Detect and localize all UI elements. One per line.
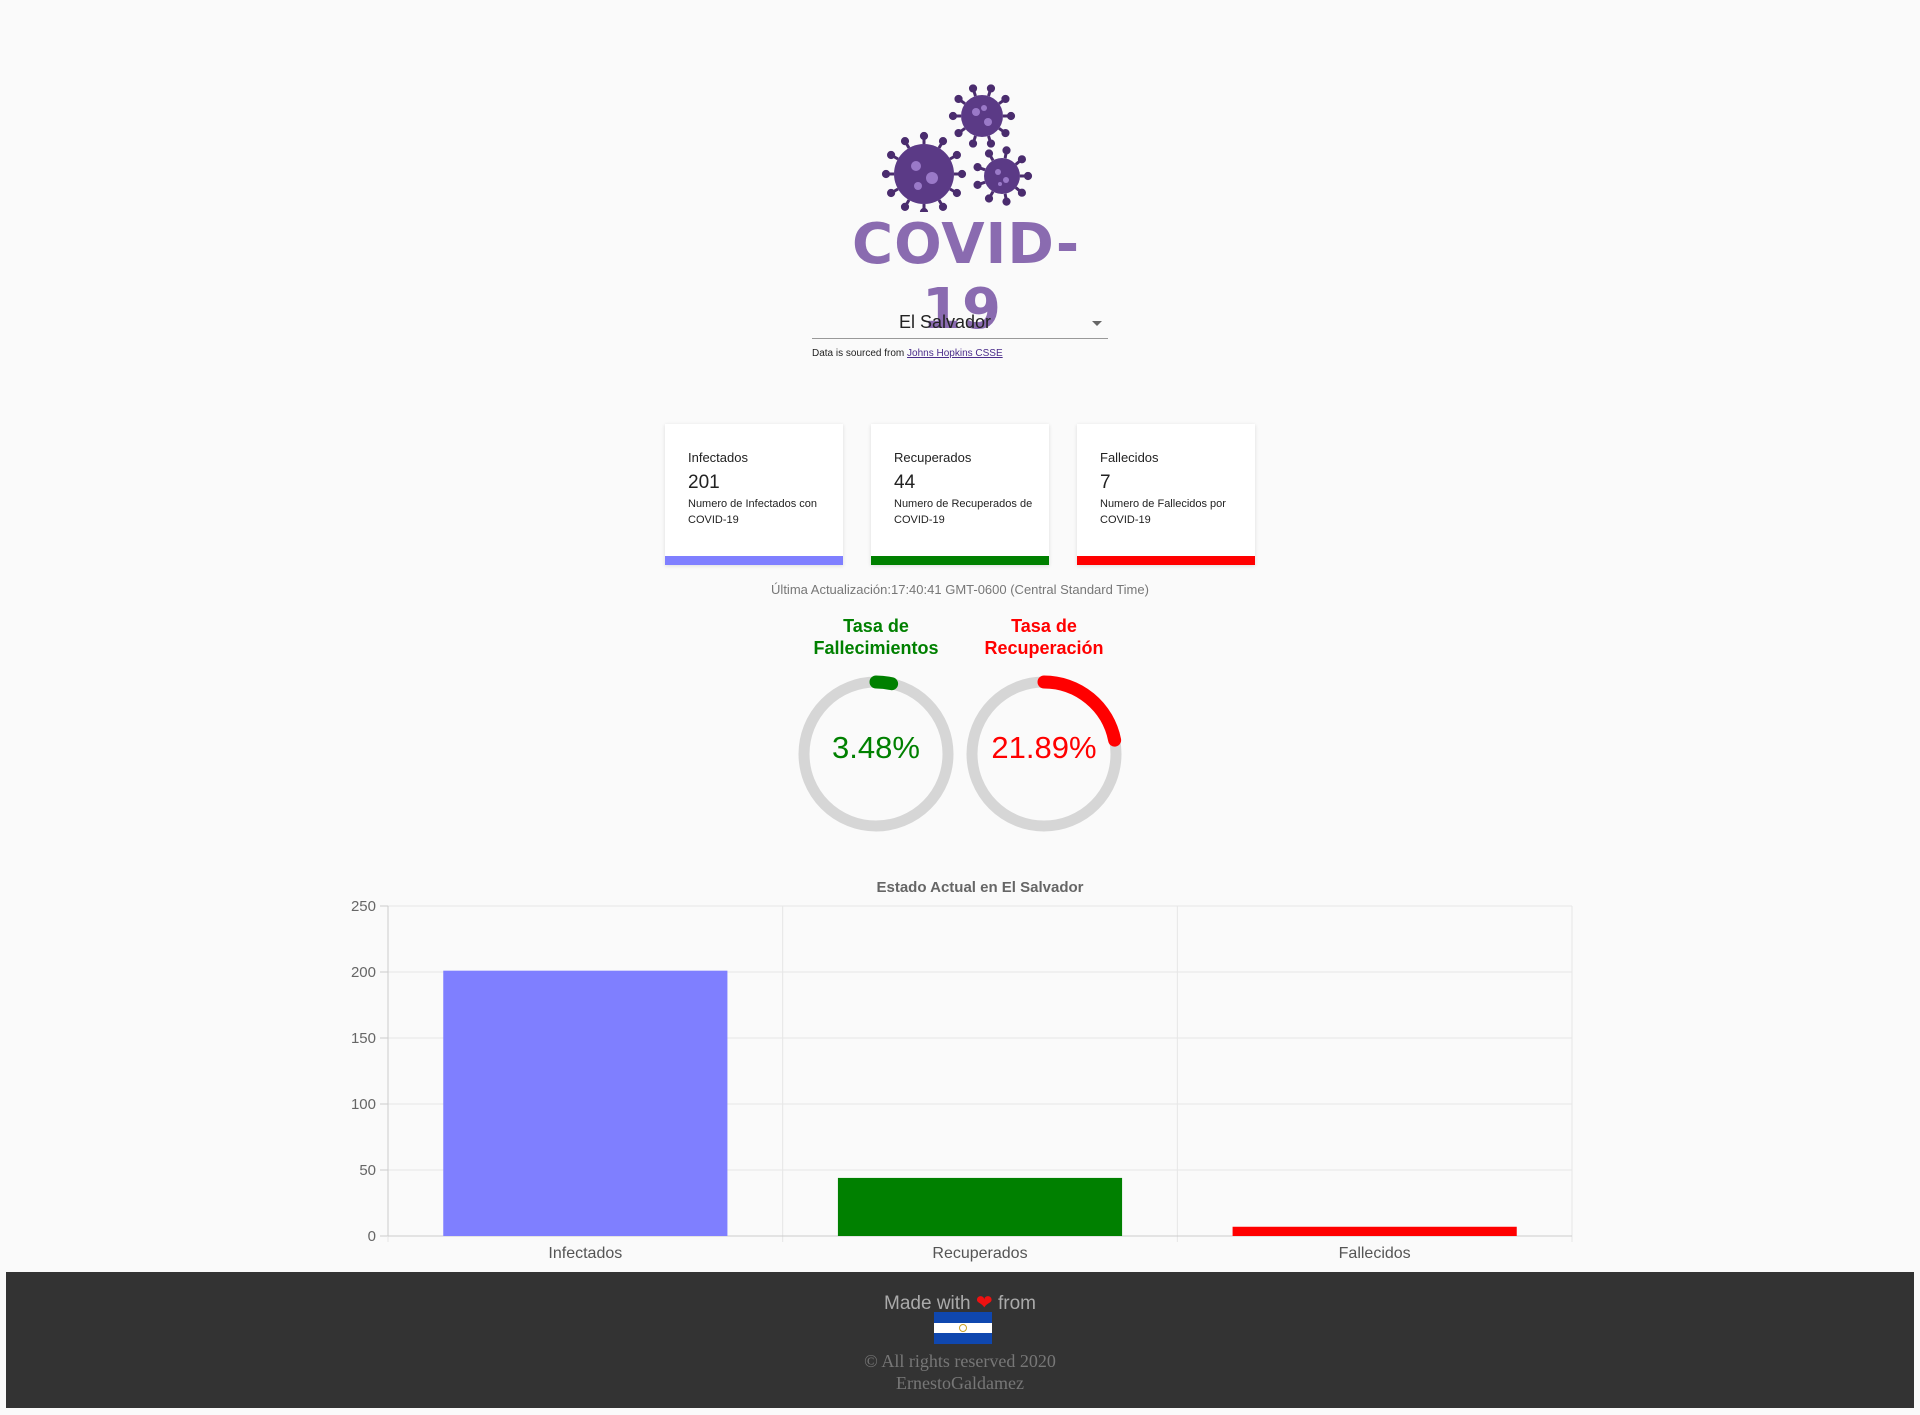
gauge-fallecimientos: 3.48% (796, 674, 956, 834)
bar-infectados (443, 970, 728, 1236)
bar-chart-svg: Estado Actual en El Salvador 0 50 100 150 200… (351, 879, 1573, 1262)
copyright-text: © All rights reserved 2020 (864, 1351, 1056, 1371)
chart-title: Estado Actual en El Salvador (876, 879, 1083, 896)
card-color-bar (1077, 556, 1255, 565)
chevron-down-icon (1092, 321, 1102, 326)
card-title: Fallecidos (1100, 450, 1159, 465)
card-title: Recuperados (894, 450, 972, 465)
copyright: © All rights reserved 2020 ErnestoGaldam… (6, 1350, 1914, 1394)
card-description: Numero de Recuperados de COVID-19 (894, 498, 1033, 526)
country-select-value: El Salvador (898, 312, 992, 332)
y-tick-label: 50 (359, 1162, 376, 1179)
source-note: Data is sourced from Johns Hopkins CSSE (812, 348, 1003, 359)
y-tick-label: 0 (368, 1228, 376, 1245)
card-color-bar (871, 556, 1049, 565)
card-recuperados: Recuperados 44 Numero de Recuperados de … (871, 424, 1049, 565)
source-prefix: Data is sourced from (812, 348, 905, 359)
y-tick-label: 150 (351, 1030, 376, 1047)
bar-chart: Estado Actual en El Salvador 0 50 100 150 200… (340, 872, 1580, 1272)
heart-icon: ❤ (975, 1292, 993, 1314)
card-count: 201 (688, 472, 720, 493)
gauge-value: 21.89% (991, 730, 1097, 765)
gauge-title-recuperacion: Tasa de Recuperación (984, 616, 1104, 658)
card-count: 7 (1100, 472, 1111, 493)
gauge-recuperacion: 21.89% (964, 674, 1124, 834)
x-tick-label: Recuperados (932, 1245, 1027, 1262)
card-description: Numero de Fallecidos por COVID-19 (1100, 498, 1226, 526)
el-salvador-flag-icon (934, 1312, 992, 1344)
source-link[interactable]: Johns Hopkins CSSE (907, 348, 1003, 359)
country-select[interactable]: El Salvador (812, 306, 1108, 339)
card-color-bar (665, 556, 843, 565)
card-title: Infectados (688, 450, 748, 465)
card-count: 44 (894, 472, 916, 493)
made-prefix: Made with (884, 1293, 971, 1314)
last-update: Última Actualización:17:40:41 GMT-0600 (… (771, 582, 1149, 597)
y-tick-label: 100 (351, 1096, 376, 1113)
bar-recuperados (837, 1177, 1123, 1236)
card-fallecidos: Fallecidos 7 Numero de Fallecidos por CO… (1077, 424, 1255, 565)
virus-icon (881, 84, 1033, 217)
gauge-title-fallecimientos: Tasa de Fallecimientos (813, 616, 939, 658)
author-name: ErnestoGaldamez (896, 1373, 1024, 1393)
card-infectados: Infectados 201 Numero de Infectados con … (665, 424, 843, 565)
x-tick-label: Infectados (548, 1245, 622, 1262)
made-suffix: from (997, 1293, 1036, 1314)
y-tick-label: 250 (351, 898, 376, 915)
card-description: Numero de Infectados con COVID-19 (688, 498, 818, 526)
x-tick-label: Fallecidos (1339, 1245, 1411, 1262)
covid-logo: COVID-19 (852, 82, 1079, 342)
y-tick-label: 200 (351, 964, 376, 981)
bar-fallecidos (1232, 1226, 1517, 1236)
gauge-value: 3.48% (832, 730, 920, 765)
footer: Made with ❤ from © All rights reserved 2… (6, 1272, 1914, 1408)
